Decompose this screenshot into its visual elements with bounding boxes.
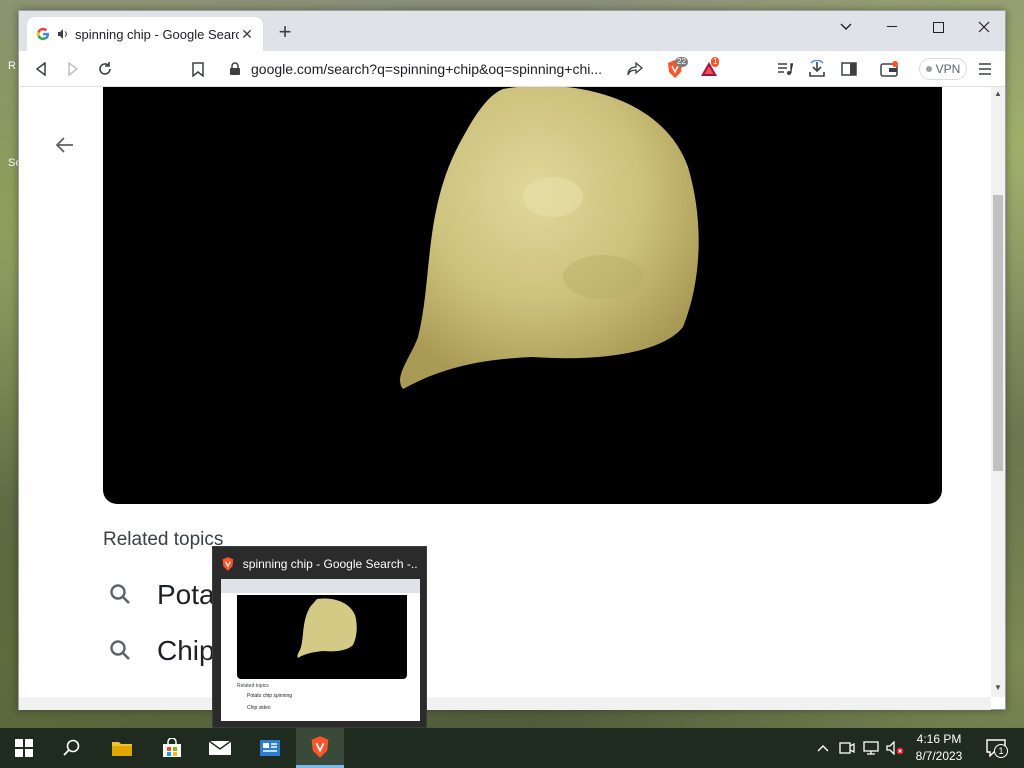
- meet-now-icon[interactable]: [836, 728, 858, 768]
- search-icon: [109, 639, 133, 663]
- start-button[interactable]: [0, 728, 48, 768]
- mini-related-heading: Related topics: [237, 683, 269, 689]
- vertical-scrollbar[interactable]: ▲ ▼: [991, 87, 1005, 697]
- media-playlist-icon[interactable]: [773, 57, 797, 81]
- clock-date: 8/7/2023: [915, 749, 963, 763]
- forward-button[interactable]: [61, 57, 85, 81]
- mini-chip-image: [297, 598, 357, 658]
- tab-close-icon[interactable]: ✕: [239, 26, 255, 42]
- sidebar-toggle-icon[interactable]: [837, 57, 861, 81]
- news-icon: [260, 740, 280, 756]
- news-app-button[interactable]: [246, 728, 294, 768]
- network-icon[interactable]: [860, 728, 882, 768]
- notification-count-badge: 1: [994, 744, 1008, 758]
- vpn-label: VPN: [935, 62, 961, 76]
- store-button[interactable]: [148, 728, 196, 768]
- potato-chip-video-frame: [400, 87, 699, 389]
- back-arrow-icon[interactable]: [55, 135, 79, 159]
- scroll-down-arrow-icon[interactable]: ▼: [993, 683, 1003, 693]
- page-content: Related topics Potat Chip: [19, 87, 991, 697]
- google-favicon-icon: [35, 26, 51, 42]
- browser-toolbar: google.com/search?q=spinning+chip&oq=spi…: [19, 51, 1005, 87]
- brave-logo-icon: [311, 735, 329, 758]
- desktop-label-fragment: R: [8, 60, 16, 72]
- tab-strip: spinning chip - Google Search ✕ +: [19, 11, 1005, 51]
- horizontal-scrollbar[interactable]: [19, 697, 991, 710]
- bookmark-icon[interactable]: [186, 57, 210, 81]
- shields-count-badge: 22: [675, 57, 688, 67]
- tab-search-chevron-icon[interactable]: [823, 11, 869, 43]
- vpn-button[interactable]: VPN: [919, 58, 967, 80]
- tab-title: spinning chip - Google Search: [75, 26, 239, 42]
- minimize-button[interactable]: [869, 11, 915, 43]
- taskbar: 4:16 PM 8/7/2023 1: [0, 728, 1024, 768]
- preview-thumbnail[interactable]: Related topics Potato chip spinning Chip…: [221, 579, 420, 721]
- lock-icon[interactable]: [229, 62, 243, 76]
- tab-active[interactable]: spinning chip - Google Search ✕: [27, 17, 263, 51]
- vpn-status-icon: [925, 66, 932, 72]
- address-bar[interactable]: google.com/search?q=spinning+chip&oq=spi…: [223, 55, 651, 83]
- search-button[interactable]: [48, 728, 96, 768]
- video-player[interactable]: [103, 87, 942, 504]
- brave-logo-icon: [222, 557, 234, 571]
- notification-center-button[interactable]: 1: [980, 728, 1012, 768]
- search-icon: [109, 583, 133, 607]
- preview-header: spinning chip - Google Search -...: [221, 555, 418, 573]
- file-explorer-button[interactable]: [98, 728, 146, 768]
- mail-button[interactable]: [196, 728, 244, 768]
- clock-time: 4:16 PM: [916, 732, 962, 746]
- browser-window: spinning chip - Google Search ✕ + google…: [18, 10, 1006, 710]
- volume-muted-icon[interactable]: [884, 728, 906, 768]
- share-icon[interactable]: [623, 57, 647, 81]
- audio-playing-icon[interactable]: [57, 27, 71, 41]
- close-window-button[interactable]: [961, 11, 1007, 43]
- folder-icon: [112, 742, 132, 756]
- new-tab-button[interactable]: +: [275, 21, 295, 43]
- store-bag-icon: [163, 738, 181, 757]
- tray-overflow-chevron-icon[interactable]: [812, 728, 834, 768]
- mini-related-item: Chip video: [247, 705, 271, 711]
- brave-taskbar-button[interactable]: [296, 728, 344, 768]
- mail-envelope-icon: [208, 740, 232, 755]
- mini-related-item: Potato chip spinning: [247, 693, 293, 699]
- back-button[interactable]: [29, 57, 53, 81]
- related-topic-item[interactable]: Potat: [109, 579, 222, 611]
- maximize-button[interactable]: [915, 11, 961, 43]
- taskbar-window-preview[interactable]: spinning chip - Google Search -... Relat…: [212, 546, 427, 728]
- url-text[interactable]: google.com/search?q=spinning+chip&oq=spi…: [251, 61, 651, 77]
- mini-video: [237, 595, 407, 679]
- downloads-icon[interactable]: [805, 57, 829, 81]
- menu-hamburger-icon[interactable]: [973, 57, 997, 81]
- scroll-up-arrow-icon[interactable]: ▲: [993, 89, 1003, 99]
- system-clock[interactable]: 4:16 PM 8/7/2023: [906, 731, 972, 765]
- mini-tab-strip: [221, 579, 420, 593]
- related-topics-heading: Related topics: [103, 529, 224, 550]
- scrollbar-thumb[interactable]: [993, 195, 1003, 471]
- brave-wallet-icon[interactable]: [877, 57, 901, 81]
- search-icon: [63, 739, 80, 756]
- reload-button[interactable]: [93, 57, 117, 81]
- related-topic-text[interactable]: Chip: [157, 635, 215, 667]
- preview-title: spinning chip - Google Search -...: [242, 557, 418, 571]
- windows-logo-icon: [15, 739, 33, 757]
- related-topic-item[interactable]: Chip: [109, 635, 215, 667]
